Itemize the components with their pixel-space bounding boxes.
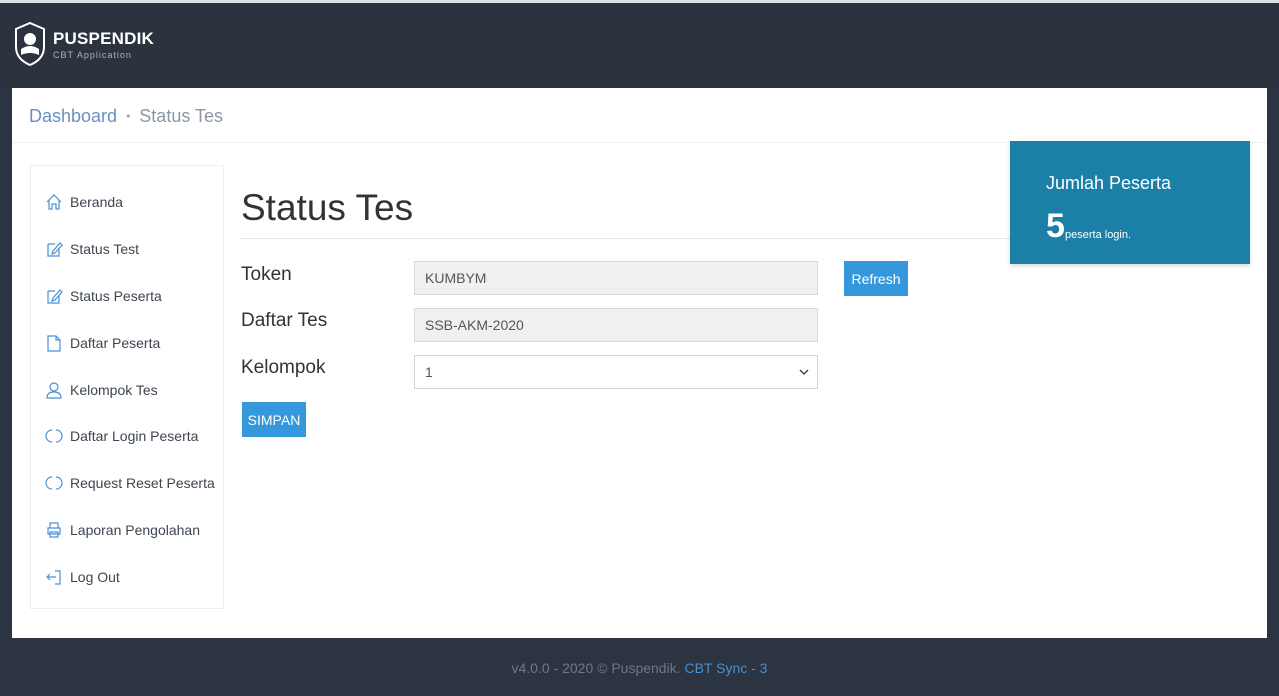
brand-title: PUSPENDIK [53, 29, 154, 48]
breadcrumb-separator: • [126, 109, 131, 123]
simpan-button[interactable]: SIMPAN [242, 402, 306, 437]
sidebar-item-label: Daftar Login Peserta [70, 428, 199, 444]
logout-icon [46, 570, 61, 585]
edit-icon [47, 242, 63, 257]
card-title: Jumlah Peserta [1046, 173, 1172, 193]
breadcrumb-current: Status Tes [139, 106, 224, 126]
sidebar-item-laporan-pengolahan[interactable]: Laporan Pengolahan [45, 518, 200, 542]
sidebar-item-beranda[interactable]: Beranda [45, 190, 123, 214]
kelompok-selected-value: 1 [425, 364, 433, 380]
sidebar-item-label: Status Test [70, 241, 140, 257]
sidebar-item-kelompok-tes[interactable]: Kelompok Tes [45, 378, 158, 402]
sidebar-item-status-test[interactable]: Status Test [45, 237, 139, 261]
token-label: Token [241, 264, 292, 285]
jumlah-peserta-card: Jumlah Peserta 5 peserta login. [1010, 141, 1250, 264]
home-icon [46, 194, 62, 210]
sidebar-item-label: Status Peserta [70, 288, 162, 304]
footer: v4.0.0 - 2020 © Puspendik. CBT Sync - 3 [0, 652, 1279, 676]
refresh-icon [45, 476, 63, 490]
printer-icon [47, 522, 61, 538]
user-icon [46, 382, 62, 399]
sidebar-item-label: Daftar Peserta [70, 335, 161, 351]
puspendik-logo-icon [15, 21, 45, 67]
refresh-button[interactable]: Refresh [844, 261, 908, 296]
sidebar-item-daftar-peserta[interactable]: Daftar Peserta [45, 331, 160, 355]
title-divider [241, 238, 1021, 239]
sidebar: Beranda Status Test Status Peserta Dafta… [30, 165, 224, 609]
sidebar-item-label: Log Out [70, 569, 120, 585]
token-field[interactable]: KUMBYM [414, 261, 818, 295]
sidebar-item-label: Beranda [70, 194, 123, 210]
footer-link[interactable]: CBT Sync - 3 [684, 660, 767, 676]
sidebar-item-log-out[interactable]: Log Out [45, 565, 120, 589]
main-panel: Dashboard • Status Tes Beranda Status Te… [12, 88, 1267, 638]
brand-subtitle: CBT Application [53, 50, 132, 60]
top-navbar: PUSPENDIK CBT Application [0, 0, 1279, 88]
daftar-tes-field[interactable]: SSB-AKM-2020 [414, 308, 818, 342]
chevron-down-icon [799, 369, 809, 376]
refresh-icon [45, 429, 63, 443]
edit-icon [47, 289, 63, 304]
page-title: Status Tes [241, 187, 414, 228]
kelompok-label: Kelompok [241, 357, 326, 378]
daftar-tes-label: Daftar Tes [241, 310, 328, 331]
peserta-unit: peserta login. [1065, 229, 1132, 241]
sidebar-item-label: Kelompok Tes [70, 382, 158, 398]
sidebar-item-request-reset-peserta[interactable]: Request Reset Peserta [45, 471, 215, 495]
sidebar-item-label: Request Reset Peserta [70, 475, 215, 491]
sidebar-item-label: Laporan Pengolahan [70, 522, 201, 538]
breadcrumb: Dashboard • Status Tes [29, 106, 223, 127]
sidebar-item-daftar-login-peserta[interactable]: Daftar Login Peserta [45, 424, 198, 448]
footer-text: v4.0.0 - 2020 © Puspendik. [511, 660, 681, 676]
kelompok-select[interactable]: 1 [414, 355, 818, 389]
document-icon [47, 335, 61, 352]
sidebar-item-status-peserta[interactable]: Status Peserta [45, 284, 162, 308]
breadcrumb-dashboard-link[interactable]: Dashboard [29, 106, 117, 126]
peserta-count: 5 [1046, 207, 1065, 245]
